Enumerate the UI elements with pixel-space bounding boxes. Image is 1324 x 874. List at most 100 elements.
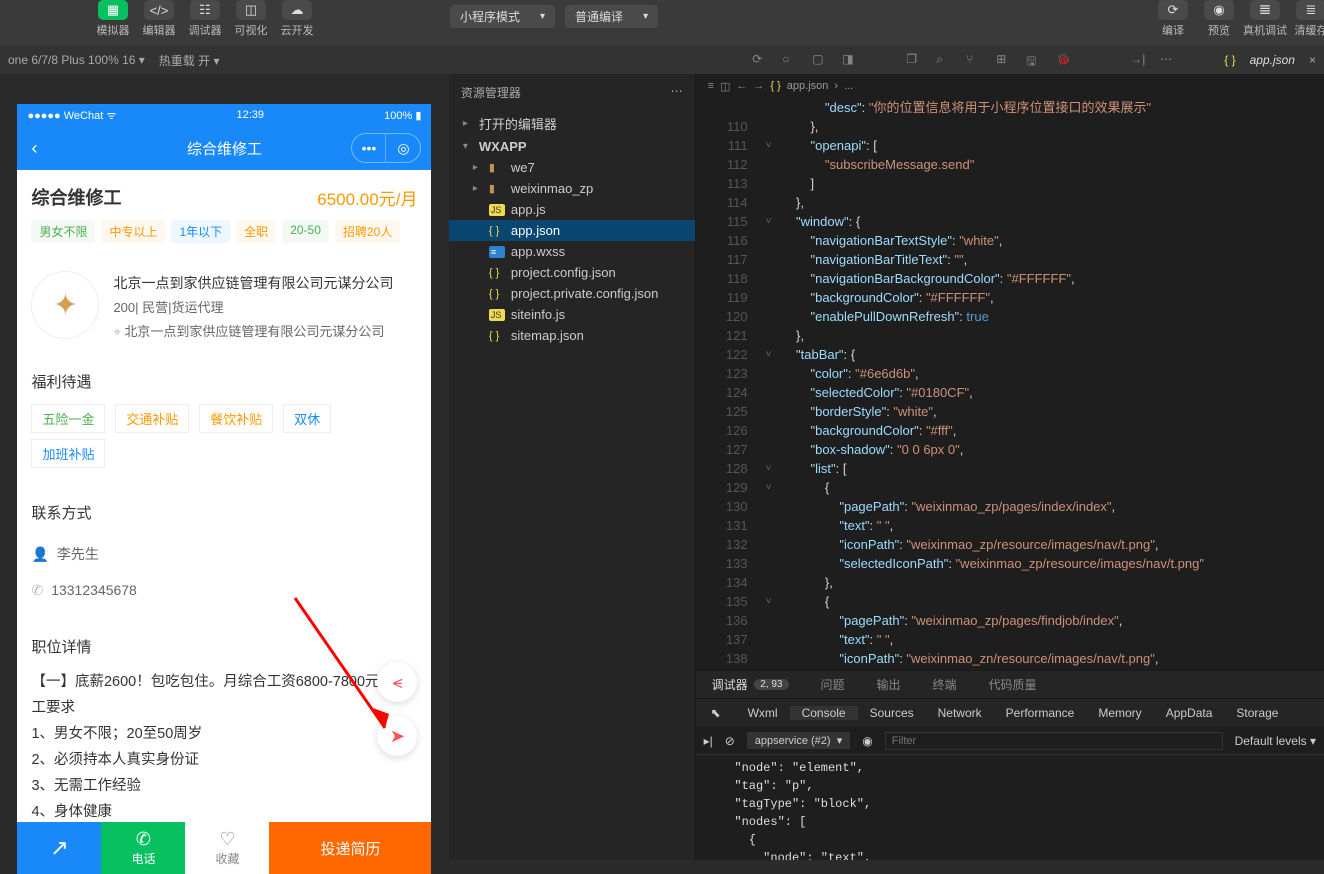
context-select[interactable]: appservice (#2) ▾ xyxy=(747,732,850,749)
code-editor[interactable]: 110 111 112 113 114 115 116 117 118 119 … xyxy=(696,98,1324,670)
clear-cache-button[interactable]: ≣清缓存 xyxy=(1288,0,1324,38)
save-icon[interactable]: 🖫 xyxy=(1026,52,1042,68)
files-icon[interactable]: ❐ xyxy=(906,52,922,68)
favorite-button[interactable]: ♡收藏 xyxy=(185,822,269,874)
top-toolbar: ▦模拟器 </>编辑器 ☷调试器 ◫可视化 ☁云开发 小程序模式 普通编译 ⟳编… xyxy=(0,0,1324,46)
bp-tab-output[interactable]: 输出 xyxy=(861,671,917,698)
simulator-panel: ●●●●● WeChat ᯤ 12:39 100% ▮ ‹ 综合维修工 ••• … xyxy=(0,74,449,860)
bc-menu-icon[interactable]: ≡ xyxy=(708,80,714,92)
search-icon[interactable]: ⌕ xyxy=(936,52,952,68)
benefit-tag: 餐饮补贴 xyxy=(199,404,273,433)
job-tag: 中专以上 xyxy=(101,220,165,243)
bottom-panel: 调试器 2, 93 问题 输出 终端 代码质量 ⬉ Wxml Console S… xyxy=(696,670,1324,860)
eye-icon[interactable]: ◉ xyxy=(862,734,872,748)
refresh-icon[interactable]: ⟳ xyxy=(752,52,768,68)
filter-input[interactable] xyxy=(885,732,1223,750)
console-clear-icon[interactable]: ⊘ xyxy=(725,734,735,748)
mode-dropdown[interactable]: 小程序模式 xyxy=(450,5,555,28)
contact-name: 李先生 xyxy=(57,546,99,562)
split-icon[interactable]: ◨ xyxy=(842,52,858,68)
capsule-close-icon[interactable]: ◎ xyxy=(386,134,420,162)
file-sitemap[interactable]: { }sitemap.json xyxy=(449,325,695,346)
file-project-config[interactable]: { }project.config.json xyxy=(449,262,695,283)
inspect-icon[interactable]: ⬉ xyxy=(696,706,736,720)
phone-icon: ✆ xyxy=(31,582,43,598)
file-app-js[interactable]: JSapp.js xyxy=(449,199,695,220)
bp-tab-quality[interactable]: 代码质量 xyxy=(973,671,1053,698)
submit-button[interactable]: 投递简历 xyxy=(269,822,431,874)
company-meta: 200| 民营|货运代理 xyxy=(113,296,417,319)
bc-bookmark-icon[interactable]: ◫ xyxy=(720,80,730,93)
compile-type-dropdown[interactable]: 普通编译 xyxy=(565,5,658,28)
circle-icon[interactable]: ○ xyxy=(782,52,798,68)
job-tag: 全职 xyxy=(236,220,276,243)
benefit-tag: 五险一金 xyxy=(31,404,105,433)
simulator-button[interactable]: ▦模拟器 xyxy=(90,0,136,38)
back-icon[interactable]: ‹ xyxy=(31,138,37,159)
tab-close-icon[interactable]: × xyxy=(1309,53,1316,67)
project-root[interactable]: ▾WXAPP xyxy=(449,136,695,157)
job-tag: 招聘20人 xyxy=(335,220,400,243)
hot-reload-toggle[interactable]: 热重载 开 ▾ xyxy=(159,52,220,69)
phone-button[interactable]: ✆电话 xyxy=(101,822,185,874)
bug-icon[interactable]: 🐞 xyxy=(1056,52,1072,68)
breadcrumb: ≡ ◫ ← → { } app.json › ... xyxy=(696,74,1324,98)
bp-tab-debugger[interactable]: 调试器 2, 93 xyxy=(696,671,805,698)
status-time: 12:39 xyxy=(237,109,265,121)
heart-icon: ♡ xyxy=(219,829,235,850)
phone-icon[interactable]: ▢ xyxy=(812,52,828,68)
subtab-network[interactable]: Network xyxy=(926,706,994,720)
cloud-button[interactable]: ☁云开发 xyxy=(274,0,320,38)
company-name: 北京一点到家供应链管理有限公司元谋分公司 xyxy=(113,271,417,296)
file-app-json[interactable]: { }app.json xyxy=(449,220,695,241)
subtab-storage[interactable]: Storage xyxy=(1224,706,1290,720)
company-section[interactable]: ✦ 北京一点到家供应链管理有限公司元谋分公司 200| 民营|货运代理 ⌖ 北京… xyxy=(17,257,431,357)
subtab-appdata[interactable]: AppData xyxy=(1154,706,1225,720)
explorer-more-icon[interactable]: ⋯ xyxy=(671,84,683,101)
sub-bar: one 6/7/8 Plus 100% 16 ▾ 热重载 开 ▾ ⟳ ○ ▢ ◨… xyxy=(0,46,1324,74)
levels-dropdown[interactable]: Default levels ▾ xyxy=(1235,734,1316,748)
folder-we7[interactable]: ▸▮we7 xyxy=(449,157,695,178)
capsule-menu-icon[interactable]: ••• xyxy=(352,134,386,162)
page-title: 综合维修工 xyxy=(187,138,262,159)
subtab-performance[interactable]: Performance xyxy=(994,706,1087,720)
bc-back-icon[interactable]: ← xyxy=(736,80,747,92)
editor-button[interactable]: </>编辑器 xyxy=(136,0,182,38)
file-project-private[interactable]: { }project.private.config.json xyxy=(449,283,695,304)
share-button[interactable]: ↗ xyxy=(17,822,101,874)
bp-tab-problems[interactable]: 问题 xyxy=(805,671,861,698)
file-explorer: 资源管理器⋯ ▸打开的编辑器 ▾WXAPP ▸▮we7 ▸▮weixinmao_… xyxy=(449,74,696,860)
benefit-tag: 加班补贴 xyxy=(31,439,105,468)
contact-title: 联系方式 xyxy=(31,502,417,523)
benefit-tag: 交通补贴 xyxy=(115,404,189,433)
subtab-memory[interactable]: Memory xyxy=(1086,706,1153,720)
subtab-wxml[interactable]: Wxml xyxy=(736,706,790,720)
file-app-wxss[interactable]: ≡app.wxss xyxy=(449,241,695,262)
debugger-button[interactable]: ☷调试器 xyxy=(182,0,228,38)
device-selector[interactable]: one 6/7/8 Plus 100% 16 ▾ xyxy=(8,53,145,67)
subtab-sources[interactable]: Sources xyxy=(858,706,926,720)
collapse-icon[interactable]: →| xyxy=(1130,52,1146,68)
job-tags: 男女不限 中专以上 1年以下 全职 20-50 招聘20人 xyxy=(31,220,417,243)
branch-icon[interactable]: ⑂ xyxy=(966,52,982,68)
subtab-console[interactable]: Console xyxy=(790,706,858,720)
bc-forward-icon[interactable]: → xyxy=(753,80,764,92)
more-icon[interactable]: ⋯ xyxy=(1160,52,1176,68)
location-icon: ⌖ xyxy=(113,324,120,339)
preview-button[interactable]: ◉预览 xyxy=(1196,0,1242,38)
real-debug-button[interactable]: 𝌆真机调试 xyxy=(1242,0,1288,38)
job-salary: 6500.00元/月 xyxy=(317,185,417,210)
job-title: 综合维修工 xyxy=(31,184,121,210)
compile-button[interactable]: ⟳编译 xyxy=(1150,0,1196,38)
bottom-action-bar: ↗ ✆电话 ♡收藏 投递简历 xyxy=(17,822,431,874)
grid-icon[interactable]: ⊞ xyxy=(996,52,1012,68)
file-siteinfo[interactable]: JSsiteinfo.js xyxy=(449,304,695,325)
benefit-tag: 双休 xyxy=(283,404,331,433)
visual-button[interactable]: ◫可视化 xyxy=(228,0,274,38)
tab-file[interactable]: app.json xyxy=(1250,53,1295,67)
bp-tab-terminal[interactable]: 终端 xyxy=(917,671,973,698)
folder-weixinmao[interactable]: ▸▮weixinmao_zp xyxy=(449,178,695,199)
console-sidebar-icon[interactable]: ▸| xyxy=(704,734,713,748)
console-output[interactable]: "node": "element", "tag": "p", "tagType"… xyxy=(696,755,1324,860)
open-editors-section[interactable]: ▸打开的编辑器 xyxy=(449,111,695,136)
